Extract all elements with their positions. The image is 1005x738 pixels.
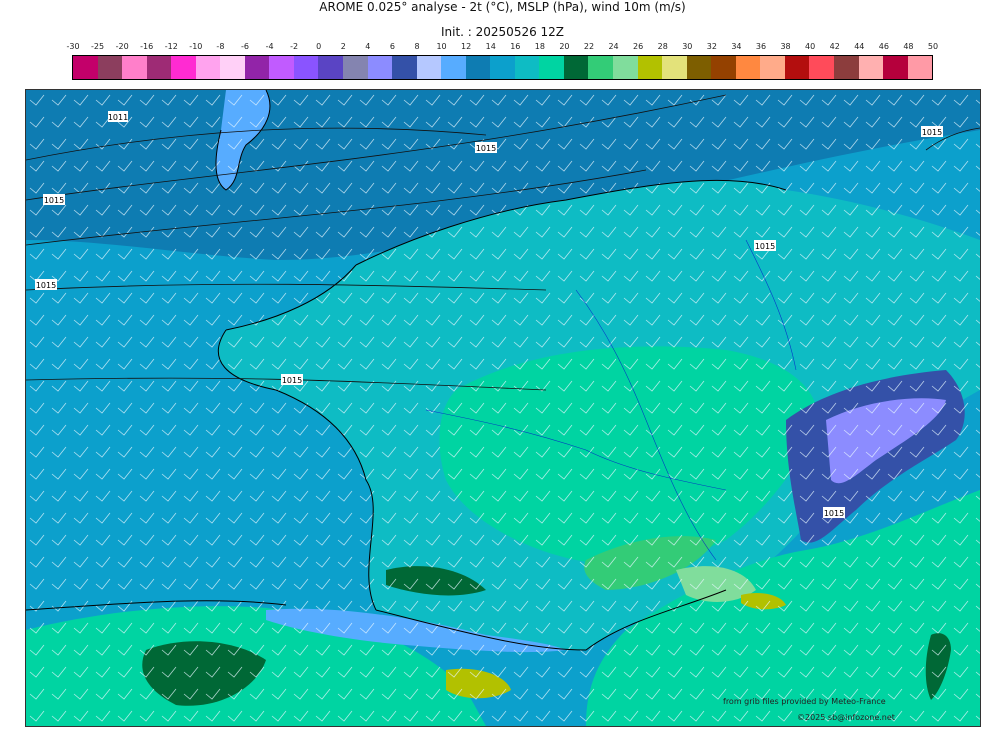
isobar-label: 1015 bbox=[36, 281, 56, 290]
data-source-credit: from grib files provided by Meteo-France bbox=[723, 697, 886, 706]
colorbar-swatch bbox=[73, 56, 98, 79]
colorbar-swatch bbox=[637, 56, 663, 79]
colorbar-swatch bbox=[465, 56, 491, 79]
colorbar-tick-label: -6 bbox=[241, 42, 249, 51]
colorbar-swatch bbox=[735, 56, 761, 79]
colorbar-swatch bbox=[416, 56, 442, 79]
isobar-label: 1015 bbox=[282, 376, 302, 385]
isobar-label: 1015 bbox=[824, 509, 844, 518]
colorbar-tick-label: 2 bbox=[340, 42, 346, 51]
colorbar-tick-label: 30 bbox=[682, 42, 693, 51]
colorbar-tick-label: 0 bbox=[316, 42, 322, 51]
colorbar-tick-label: 16 bbox=[510, 42, 521, 51]
colorbar-swatch bbox=[441, 56, 466, 79]
colorbar-tick-label: 46 bbox=[878, 42, 889, 51]
colorbar-tick-label: -10 bbox=[189, 42, 203, 51]
colorbar-swatch bbox=[613, 56, 638, 79]
colorbar-swatch bbox=[490, 56, 515, 79]
colorbar-tick-label: -16 bbox=[140, 42, 154, 51]
colorbar-swatch bbox=[588, 56, 614, 79]
colorbar-tick-label: -25 bbox=[91, 42, 105, 51]
colorbar-tick-label: 40 bbox=[805, 42, 816, 51]
colorbar-swatch bbox=[833, 56, 859, 79]
colorbar-tick-label: 44 bbox=[854, 42, 865, 51]
colorbar-swatch bbox=[563, 56, 589, 79]
colorbar-swatch bbox=[809, 56, 834, 79]
colorbar-swatch bbox=[392, 56, 417, 79]
colorbar-tick-label: -12 bbox=[164, 42, 178, 51]
colorbar-tick-label: 28 bbox=[657, 42, 668, 51]
colorbar-swatch bbox=[195, 56, 221, 79]
colorbar-swatch bbox=[539, 56, 564, 79]
colorbar-swatch bbox=[883, 56, 908, 79]
colorbar-tick-label: 34 bbox=[731, 42, 742, 51]
wind-barbs bbox=[26, 90, 980, 726]
colorbar-swatch bbox=[318, 56, 344, 79]
colorbar-tick-label: 4 bbox=[365, 42, 371, 51]
colorbar-tick-label: 18 bbox=[534, 42, 545, 51]
colorbar-tick-label: -30 bbox=[66, 42, 80, 51]
colorbar-swatch bbox=[146, 56, 172, 79]
colorbar-tick-label: 36 bbox=[755, 42, 767, 51]
colorbar-swatch bbox=[760, 56, 785, 79]
colorbar-tick-label: 22 bbox=[583, 42, 595, 51]
colorbar-tick-label: -8 bbox=[216, 42, 225, 51]
colorbar-swatch bbox=[97, 56, 123, 79]
colorbar-swatch bbox=[343, 56, 368, 79]
colorbar-tick-label: 42 bbox=[829, 42, 840, 51]
colorbar-swatch bbox=[514, 56, 540, 79]
map-canvas: 1011 1015 1015 1015 1015 1015 1015 1015 bbox=[26, 90, 980, 726]
colorbar-swatch bbox=[293, 56, 319, 79]
colorbar-tick-label: 20 bbox=[559, 42, 570, 51]
colorbar-tick-label: -2 bbox=[290, 42, 299, 51]
colorbar-swatch bbox=[269, 56, 294, 79]
colorbar-tick-label: 32 bbox=[706, 42, 717, 51]
colorbar-tick-label: -4 bbox=[265, 42, 274, 51]
colorbar-swatch bbox=[244, 56, 270, 79]
isobar-label: 1015 bbox=[755, 242, 775, 251]
colorbar-tick-label: 8 bbox=[414, 42, 420, 51]
colorbar-tick-label: 6 bbox=[389, 42, 395, 51]
colorbar-tick-labels: -30 -25 -20 -16 -12 -10 -8 -6 -4 -2 0 2 4 6 8 10 12 14 16 1… bbox=[66, 42, 938, 54]
colorbar-swatch bbox=[662, 56, 687, 79]
colorbar-tick-label: 12 bbox=[461, 42, 472, 51]
colorbar-swatch bbox=[171, 56, 196, 79]
weather-map: 1011 1015 1015 1015 1015 1015 1015 1015 bbox=[25, 89, 981, 727]
colorbar-tick-label: 14 bbox=[485, 42, 496, 51]
isobar-label: 1015 bbox=[44, 196, 64, 205]
colorbar-swatch bbox=[784, 56, 810, 79]
colorbar-swatch bbox=[686, 56, 712, 79]
colorbar-swatch bbox=[711, 56, 736, 79]
map-title: AROME 0.025° analyse - 2t (°C), MSLP (hP… bbox=[319, 0, 686, 14]
init-time: Init. : 20250526 12Z bbox=[440, 25, 565, 39]
colorbar-swatch bbox=[858, 56, 884, 79]
colorbar bbox=[72, 55, 933, 80]
colorbar-tick-label: 10 bbox=[436, 42, 447, 51]
colorbar-tick-label: 48 bbox=[903, 42, 914, 51]
copyright-credit: ©2025 sb@infozone.net bbox=[797, 713, 895, 722]
colorbar-swatch bbox=[367, 56, 393, 79]
colorbar-tick-label: -20 bbox=[115, 42, 129, 51]
colorbar-tick-label: 24 bbox=[608, 42, 619, 51]
colorbar-tick-label: 50 bbox=[927, 42, 939, 51]
isobar-label: 1015 bbox=[922, 128, 942, 137]
colorbar-swatch bbox=[220, 56, 245, 79]
colorbar-tick-label: 26 bbox=[633, 42, 644, 51]
colorbar-swatch bbox=[122, 56, 147, 79]
colorbar-tick-label: 38 bbox=[780, 42, 791, 51]
isobar-label: 1015 bbox=[476, 144, 496, 153]
colorbar-swatch bbox=[907, 56, 933, 79]
isobar-label: 1011 bbox=[108, 113, 128, 122]
